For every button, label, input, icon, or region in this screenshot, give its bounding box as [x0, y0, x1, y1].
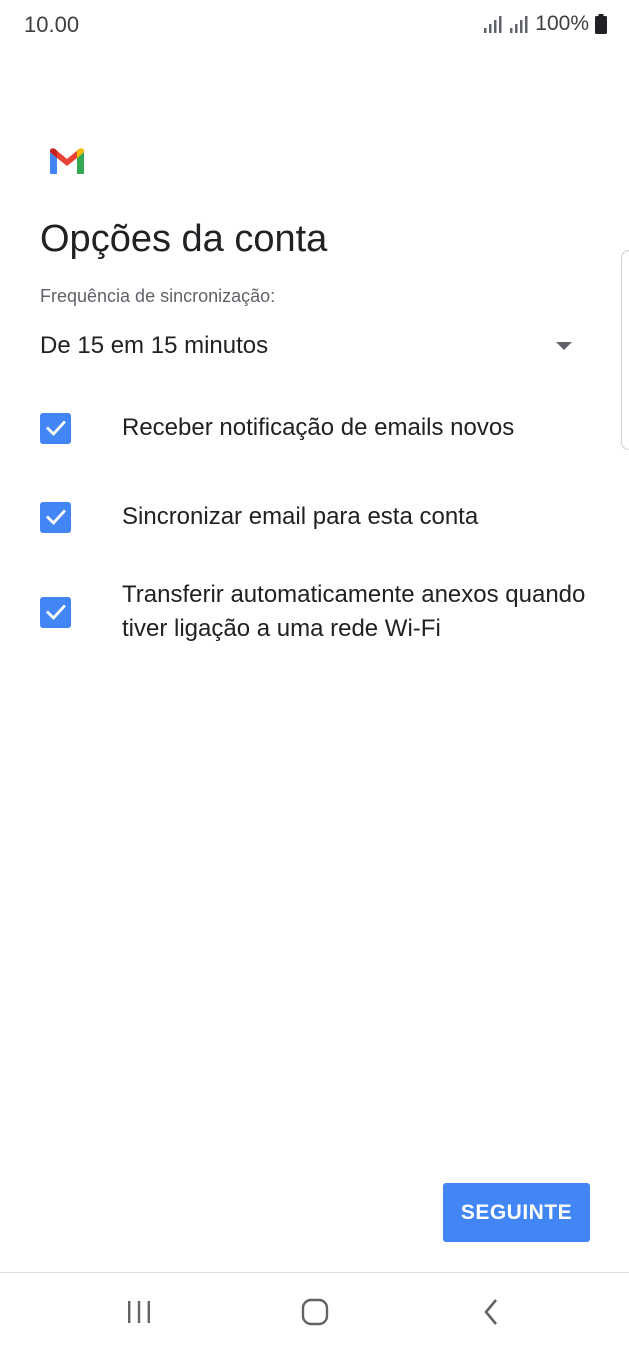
- battery-icon: [595, 14, 607, 34]
- signal-icon: [484, 16, 502, 33]
- next-button[interactable]: SEGUINTE: [443, 1183, 590, 1242]
- recent-apps-icon: [128, 1301, 150, 1323]
- recent-apps-button[interactable]: [119, 1297, 159, 1327]
- option-label: Transferir automaticamente anexos quando…: [122, 581, 586, 642]
- option-notify-new-emails[interactable]: Receber notificação de emails novos: [40, 411, 600, 445]
- sync-frequency-value: De 15 em 15 minutos: [40, 332, 269, 359]
- sync-frequency-dropdown[interactable]: De 15 em 15 minutos: [40, 326, 580, 366]
- dropdown-arrow-icon: [556, 342, 572, 350]
- status-time: 10.00: [24, 12, 80, 37]
- option-label: Receber notificação de emails novos: [122, 414, 515, 441]
- back-icon: [484, 1299, 497, 1325]
- navigation-bar: [0, 1272, 629, 1351]
- gmail-logo-icon: [50, 148, 84, 174]
- option-auto-download-attachments[interactable]: Transferir automaticamente anexos quando…: [40, 578, 600, 646]
- checkbox-auto-download-attachments[interactable]: [40, 596, 71, 628]
- option-sync-email[interactable]: Sincronizar email para esta conta: [40, 500, 600, 534]
- status-icons: 100%: [483, 12, 607, 36]
- checkbox-sync-email[interactable]: [40, 501, 71, 533]
- check-icon: [45, 604, 66, 621]
- edge-panel-handle[interactable]: [621, 250, 629, 450]
- battery-percent: 100%: [535, 12, 589, 35]
- status-bar: 10.00 100%: [0, 0, 629, 56]
- checkbox-notify-new-emails[interactable]: [40, 412, 71, 444]
- option-label: Sincronizar email para esta conta: [122, 503, 479, 530]
- home-button[interactable]: [295, 1297, 335, 1327]
- back-button[interactable]: [471, 1297, 511, 1327]
- page-title: Opções da conta: [40, 218, 328, 260]
- check-icon: [45, 509, 66, 526]
- signal-icon: [510, 16, 528, 33]
- sync-frequency-label: Frequência de sincronização:: [40, 286, 276, 306]
- check-icon: [45, 420, 66, 437]
- home-icon: [301, 1298, 329, 1326]
